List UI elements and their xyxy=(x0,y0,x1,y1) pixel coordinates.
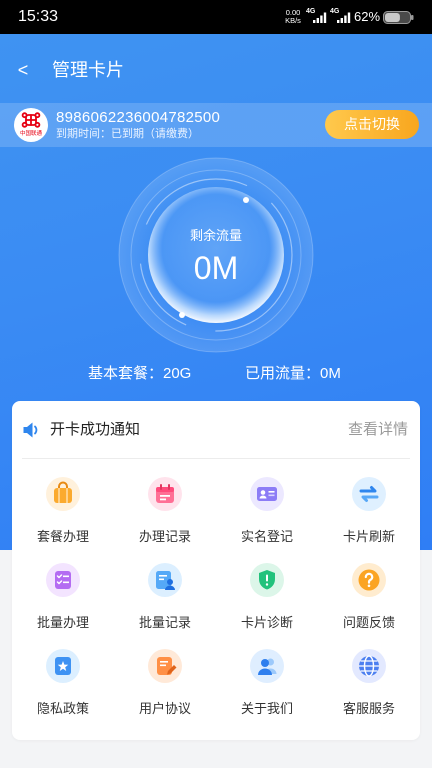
china-unicom-logo: 中国联通 xyxy=(14,108,48,142)
star-document-icon xyxy=(46,649,80,683)
grid-item-label: 办理记录 xyxy=(138,529,191,544)
grid-item-label: 套餐办理 xyxy=(36,529,89,544)
document-person-icon xyxy=(148,563,182,597)
shield-alert-icon xyxy=(250,563,284,597)
view-details-link[interactable]: 查看详情 xyxy=(348,420,408,440)
grid-item-refresh[interactable]: 卡片刷新 xyxy=(318,466,420,552)
grid-item-label: 卡片诊断 xyxy=(240,615,293,630)
speaker-icon xyxy=(23,422,38,438)
id-card-icon xyxy=(250,477,284,511)
grid-item-agreement[interactable]: 用户协议 xyxy=(114,638,216,724)
page-title: 管理卡片 xyxy=(52,60,124,80)
grid-item-label: 实名登记 xyxy=(240,529,293,544)
gauge-label: 剩余流量 xyxy=(189,228,242,243)
back-button[interactable]: < xyxy=(12,58,34,82)
gauge-value: 0M xyxy=(193,250,239,286)
divider xyxy=(22,458,410,459)
grid-item-label: 隐私政策 xyxy=(36,701,89,716)
grid-item-label: 用户协议 xyxy=(138,701,191,716)
switch-card-button[interactable]: 点击切换 xyxy=(325,110,419,139)
grid-item-label: 关于我们 xyxy=(240,701,293,716)
card-number: 8986062236004782500 xyxy=(56,109,221,126)
people-icon xyxy=(250,649,284,683)
checklist-icon xyxy=(46,563,80,597)
services-card: 开卡成功通知 查看详情 套餐办理 办理记录 实名登记 卡片刷新 批量办理 批量记… xyxy=(12,401,420,740)
grid-item-label: 卡片刷新 xyxy=(342,529,395,544)
notice-row[interactable]: 开卡成功通知 查看详情 xyxy=(12,401,420,458)
svg-text:中国联通: 中国联通 xyxy=(20,129,43,137)
battery-icon xyxy=(383,11,414,24)
network-speed-unit: KB/s xyxy=(285,16,301,25)
signal-icon xyxy=(313,12,327,23)
question-icon xyxy=(352,563,386,597)
battery-percent: 62% xyxy=(354,9,381,24)
shopping-bag-icon xyxy=(46,477,80,511)
network-speed: 0.00 KB/s xyxy=(282,9,304,25)
notice-title: 开卡成功通知 xyxy=(50,421,141,438)
grid-item-diagnosis[interactable]: 卡片诊断 xyxy=(216,552,318,638)
grid-item-label: 问题反馈 xyxy=(342,615,395,630)
grid-item-label: 批量办理 xyxy=(36,615,89,630)
grid-item-label: 客服服务 xyxy=(342,701,395,716)
grid-item-batch-records[interactable]: 批量记录 xyxy=(114,552,216,638)
status-bar: 15:33 0.00 KB/s 4G 4G 62% xyxy=(0,0,432,34)
calendar-icon xyxy=(148,477,182,511)
plan-stat: 基本套餐：20G xyxy=(88,365,192,382)
refresh-swap-icon xyxy=(352,477,386,511)
pen-document-icon xyxy=(148,649,182,683)
sim-card-bar: 中国联通 8986062236004782500 到期时间：已到期（请缴费） 点… xyxy=(0,103,432,147)
status-time: 15:33 xyxy=(18,8,59,25)
grid-item-customer-service[interactable]: 客服服务 xyxy=(318,638,420,724)
globe-icon xyxy=(352,649,386,683)
grid-item-package[interactable]: 套餐办理 xyxy=(12,466,114,552)
signal-icon xyxy=(337,12,351,23)
grid-item-records[interactable]: 办理记录 xyxy=(114,466,216,552)
card-expiry: 到期时间：已到期（请缴费） xyxy=(56,128,199,140)
grid-item-batch[interactable]: 批量办理 xyxy=(12,552,114,638)
grid-item-about[interactable]: 关于我们 xyxy=(216,638,318,724)
service-grid: 套餐办理 办理记录 实名登记 卡片刷新 批量办理 批量记录 卡片诊断 问题反馈 … xyxy=(12,466,420,724)
used-data-stat: 已用流量：0M xyxy=(245,365,341,382)
grid-item-feedback[interactable]: 问题反馈 xyxy=(318,552,420,638)
grid-item-privacy[interactable]: 隐私政策 xyxy=(12,638,114,724)
grid-item-real-name[interactable]: 实名登记 xyxy=(216,466,318,552)
grid-item-label: 批量记录 xyxy=(138,615,191,630)
